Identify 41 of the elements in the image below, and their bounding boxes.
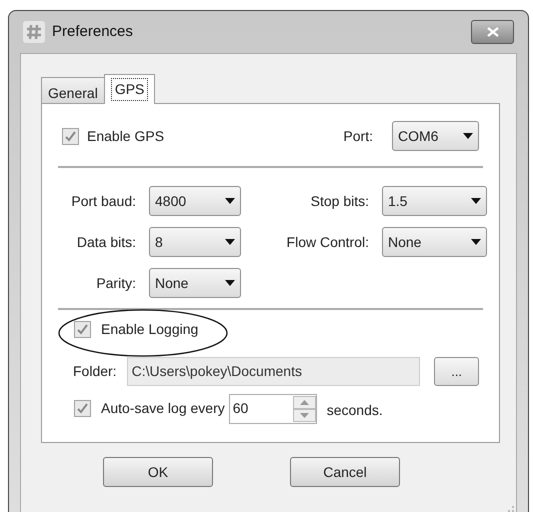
hash-icon xyxy=(23,21,45,43)
field-label: Port baud: xyxy=(71,192,136,208)
dropdown[interactable]: None xyxy=(149,268,241,298)
checkbox-label: Enable GPS xyxy=(87,126,164,146)
check-icon xyxy=(77,403,88,414)
dropdown[interactable]: 1.5 xyxy=(382,186,487,216)
checkbox[interactable] xyxy=(74,400,91,417)
field-label: Stop bits: xyxy=(310,192,369,208)
dropdown[interactable]: 4800 xyxy=(149,186,241,216)
tab[interactable]: General xyxy=(41,77,104,103)
checkbox[interactable] xyxy=(62,128,79,144)
unit-label: seconds. xyxy=(326,401,383,420)
dropdown[interactable]: COM6 xyxy=(392,121,479,151)
tab[interactable]: GPS xyxy=(104,74,156,104)
spinner-arrows-icon xyxy=(292,396,316,422)
caret-icon xyxy=(225,239,235,245)
caret-icon xyxy=(463,133,473,139)
check-icon xyxy=(65,130,76,142)
spin-field[interactable]: 60 xyxy=(228,394,317,424)
field-label: Folder: xyxy=(73,362,117,381)
caret-icon xyxy=(225,280,235,286)
dropdown[interactable]: None xyxy=(382,227,487,257)
caret-icon xyxy=(471,198,481,204)
dialog-button[interactable]: Cancel xyxy=(290,457,400,487)
caret-icon xyxy=(225,198,235,204)
field-label: Data bits: xyxy=(76,234,136,250)
dialog-button[interactable]: OK xyxy=(103,457,213,487)
caret-icon xyxy=(471,239,481,245)
checkbox-label: Auto-save log every xyxy=(101,399,225,418)
field-label: Flow Control: xyxy=(286,234,369,250)
close-icon xyxy=(486,27,498,37)
dropdown[interactable]: 8 xyxy=(149,227,241,257)
checkbox[interactable] xyxy=(74,320,91,338)
check-icon xyxy=(77,324,88,334)
browse-button[interactable]: ... xyxy=(434,357,479,386)
checkbox-label: Enable Logging xyxy=(101,320,198,339)
field-label: Parity: xyxy=(96,274,136,290)
folder-field[interactable]: C:\Users\pokey\Documents xyxy=(126,357,420,386)
close-button[interactable] xyxy=(471,20,514,44)
field-label: Port: xyxy=(343,126,373,146)
window-title: Preferences xyxy=(52,22,133,42)
